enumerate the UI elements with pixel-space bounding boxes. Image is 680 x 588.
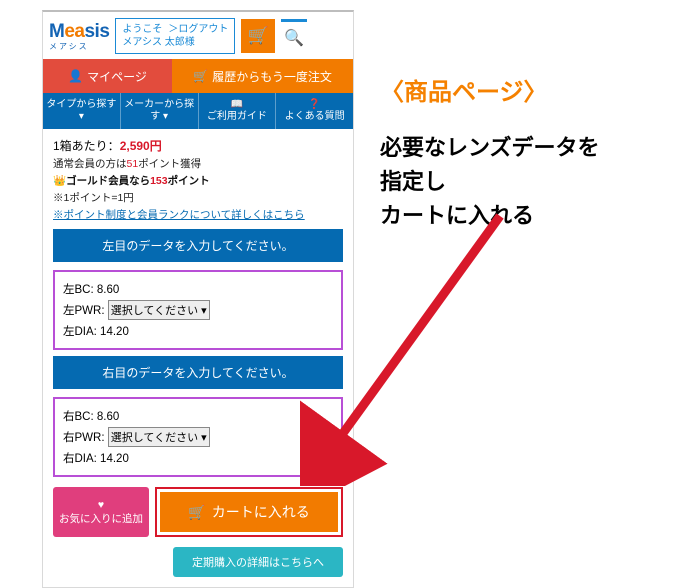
left-eye-form: 左BC: 8.60 左PWR: 選択してください ▾ 左DIA: 14.20 [53,270,343,350]
normal-points: 通常会員の方は51ポイント獲得 [53,156,343,171]
main-buttons: 👤 マイページ 🛒 履歴からもう一度注文 [43,59,353,93]
heart-icon: ♥ [98,499,104,511]
action-row: ♥ お気に入りに追加 🛒カートに入れる [53,487,343,537]
price-line: 1箱あたり：2,590円 [53,137,343,154]
welcome-line1: ようこそ [122,24,162,35]
nav-bar: タイプから探す ▾ メーカーから探す ▾ 📖ご利用ガイド ❓よくある質問 [43,93,353,129]
left-dia: 左DIA: 14.20 [63,323,333,339]
cart-highlight: 🛒カートに入れる [155,487,343,537]
app-panel: Measis メアシス ようこそ ＞ログアウト メアシス 太郎様 🛒 🔍 👤 マ… [42,10,354,588]
logout-link[interactable]: ＞ログアウト [168,23,228,36]
left-eye-header: 左目のデータを入力してください。 [53,229,343,262]
add-to-cart-button[interactable]: 🛒カートに入れる [160,492,338,532]
nav-type[interactable]: タイプから探す ▾ [43,93,121,129]
gold-points: 👑ゴールド会員なら153ポイント [53,173,343,188]
right-eye-form: 右BC: 8.60 右PWR: 選択してください ▾ 右DIA: 14.20 [53,397,343,477]
logo: Measis メアシス [49,21,109,52]
annotation-title: 〈商品ページ〉 [380,72,660,107]
crown-icon: 👑 [53,175,66,187]
mypage-button[interactable]: 👤 マイページ [43,59,172,93]
nav-faq[interactable]: ❓よくある質問 [276,93,353,129]
annotation: 〈商品ページ〉 必要なレンズデータを 指定し カートに入れる [380,72,660,233]
cart-icon: 🛒 [188,504,205,521]
point-link[interactable]: ※ポイント制度と会員ランクについて詳しくはこちら [53,209,305,221]
nav-maker[interactable]: メーカーから探す ▾ [121,93,199,129]
search-icon[interactable]: 🔍 [281,19,307,53]
topbar: Measis メアシス ようこそ ＞ログアウト メアシス 太郎様 🛒 🔍 [43,12,353,59]
point-note: ※1ポイント=1円 [53,190,343,205]
annotation-text: 必要なレンズデータを 指定し カートに入れる [380,131,660,233]
left-pwr-select[interactable]: 選択してください ▾ [108,300,210,320]
right-dia: 右DIA: 14.20 [63,450,333,466]
left-pwr-row: 左PWR: 選択してください ▾ [63,300,333,320]
right-pwr-select[interactable]: 選択してください ▾ [108,427,210,447]
cart-icon[interactable]: 🛒 [241,19,275,53]
welcome-line2: メアシス 太郎様 [122,37,194,48]
welcome-box: ようこそ ＞ログアウト メアシス 太郎様 [115,18,235,54]
left-bc: 左BC: 8.60 [63,281,333,297]
right-bc: 右BC: 8.60 [63,408,333,424]
nav-guide[interactable]: 📖ご利用ガイド [199,93,277,129]
subscription-button[interactable]: 定期購入の詳細はこちらへ [173,547,343,577]
content-area: 1箱あたり：2,590円 通常会員の方は51ポイント獲得 👑ゴールド会員なら15… [43,129,353,587]
fav-button[interactable]: ♥ お気に入りに追加 [53,487,149,537]
right-eye-header: 右目のデータを入力してください。 [53,356,343,389]
reorder-button[interactable]: 🛒 履歴からもう一度注文 [172,59,353,93]
right-pwr-row: 右PWR: 選択してください ▾ [63,427,333,447]
